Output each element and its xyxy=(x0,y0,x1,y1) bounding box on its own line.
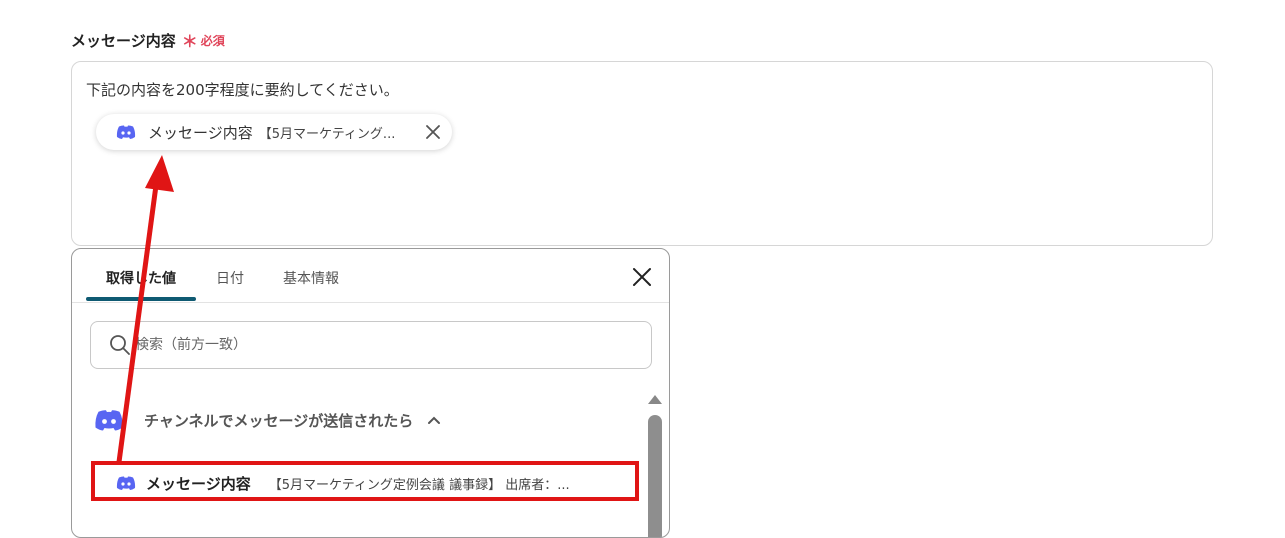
active-tab-indicator xyxy=(86,297,196,301)
annotation-highlight-box xyxy=(91,461,639,501)
variable-chip[interactable]: メッセージ内容 【5月マーケティング... xyxy=(96,114,452,150)
close-icon[interactable] xyxy=(424,123,442,141)
group-title: チャンネルでメッセージが送信されたら xyxy=(144,411,414,430)
field-label: メッセージ内容 ＊ 必須 xyxy=(71,28,225,52)
chevron-up-icon[interactable] xyxy=(427,415,441,425)
tab-acquired-values[interactable]: 取得した値 xyxy=(106,268,176,288)
required-text: 必須 xyxy=(200,33,225,48)
scroll-up-arrow[interactable] xyxy=(648,395,662,404)
search-box[interactable] xyxy=(90,321,652,369)
search-input[interactable] xyxy=(133,336,617,354)
required-star: ＊ xyxy=(181,32,198,51)
scrollbar-thumb[interactable] xyxy=(648,415,662,537)
textarea-text: 下記の内容を200字程度に要約してください。 xyxy=(86,81,399,99)
tab-basic-info[interactable]: 基本情報 xyxy=(283,268,339,288)
field-label-text: メッセージ内容 xyxy=(71,31,176,50)
message-textarea[interactable]: 下記の内容を200字程度に要約してください。 メッセージ内容 【5月マーケティン… xyxy=(71,61,1213,246)
trigger-group-header[interactable]: チャンネルでメッセージが送信されたら xyxy=(94,409,441,431)
chip-label: メッセージ内容 xyxy=(148,123,253,142)
chip-detail: 【5月マーケティング... xyxy=(258,126,396,142)
discord-icon xyxy=(95,410,123,431)
close-icon[interactable] xyxy=(632,267,652,287)
discord-icon xyxy=(116,125,136,139)
search-icon xyxy=(110,335,130,355)
tab-bar: 取得した値 日付 基本情報 xyxy=(72,249,669,303)
tab-date[interactable]: 日付 xyxy=(216,268,244,288)
